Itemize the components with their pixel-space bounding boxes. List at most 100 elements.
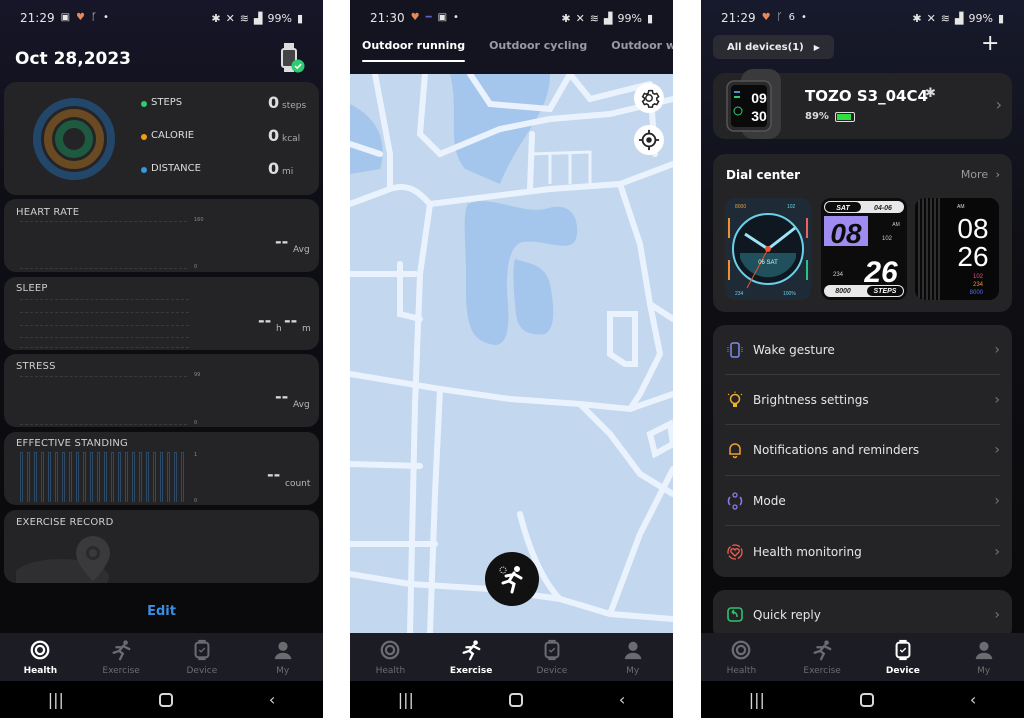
- nav-exercise[interactable]: Exercise: [81, 633, 162, 681]
- dash-icon: ━: [425, 12, 432, 23]
- edit-button[interactable]: Edit: [0, 604, 323, 619]
- nav-device[interactable]: Device: [863, 633, 944, 681]
- system-nav: ||| ‹: [701, 681, 1024, 718]
- nav-label: Health: [375, 665, 406, 676]
- nav-label: Device: [186, 665, 218, 676]
- nav-health[interactable]: Health: [0, 633, 81, 681]
- bottom-nav: Health Exercise Device My: [701, 633, 1024, 681]
- menu-item-brightness-settings[interactable]: Brightness settings ›: [725, 375, 1000, 426]
- bluetooth-icon: ✱: [561, 11, 571, 25]
- map-view[interactable]: [350, 74, 673, 633]
- stress-ymin: 0: [194, 420, 198, 426]
- chevron-right-icon: ›: [994, 391, 1000, 408]
- device-card[interactable]: 09 30 TOZO S3_04C4 ✱ 89% ›: [713, 69, 1012, 139]
- dial2-steps: 8000: [835, 288, 851, 295]
- menu-item-label: Notifications and reminders: [753, 443, 920, 458]
- standing-bar: [132, 452, 135, 502]
- dial3-cal: 234: [973, 282, 984, 288]
- digital-dial-face: SAT 04-06 08 AM 102 26 234 8000 STEPS: [821, 198, 907, 300]
- standing-unit: count: [285, 479, 311, 489]
- dial-analog[interactable]: 06 SAT 8000 102 234 100%: [725, 198, 811, 300]
- dial2-ampm: AM: [892, 222, 900, 228]
- battery-percent: 99%: [267, 11, 292, 25]
- menu-item-wake-gesture[interactable]: Wake gesture ›: [725, 325, 1000, 375]
- heart-app-icon: ♥: [76, 12, 86, 23]
- menu-item-label: Wake gesture: [753, 342, 835, 357]
- home-button[interactable]: [860, 692, 875, 707]
- metric-value: 0: [268, 126, 280, 145]
- dial2-steps-label: STEPS: [874, 288, 897, 295]
- battery-percent: 99%: [968, 11, 993, 25]
- nav-exercise[interactable]: Exercise: [782, 633, 863, 681]
- home-button[interactable]: [159, 692, 174, 707]
- standing-bar: [181, 452, 184, 502]
- signal-icon: ▟: [254, 11, 263, 25]
- back-button[interactable]: ‹: [269, 690, 275, 709]
- more-dials-link[interactable]: More ›: [961, 168, 1000, 181]
- nav-label: My: [977, 665, 991, 676]
- nav-health[interactable]: Health: [350, 633, 431, 681]
- stress-card[interactable]: STRESS 99 0 -- Avg: [4, 354, 319, 427]
- status-time: 21:30: [370, 11, 405, 25]
- start-run-button[interactable]: [485, 552, 539, 606]
- bluetooth-icon: ✱: [211, 11, 221, 25]
- sleep-hours-unit: h: [276, 324, 282, 334]
- device-icon: [541, 639, 563, 666]
- standing-bar: [34, 452, 37, 502]
- standing-bar: [41, 452, 44, 502]
- recents-button[interactable]: |||: [48, 690, 64, 709]
- chevron-right-icon: ›: [994, 341, 1000, 358]
- nav-exercise[interactable]: Exercise: [431, 633, 512, 681]
- nav-device[interactable]: Device: [162, 633, 243, 681]
- nav-device[interactable]: Device: [512, 633, 593, 681]
- signal-icon: ▟: [604, 11, 613, 25]
- tab-outdoor-walking[interactable]: Outdoor walking: [611, 36, 673, 74]
- tab-outdoor-running[interactable]: Outdoor running: [362, 36, 466, 74]
- menu-item-notifications-and-reminders[interactable]: Notifications and reminders ›: [725, 426, 1000, 476]
- metric-calorie: CALORIE 0 kcal: [141, 126, 303, 149]
- settings-menu: Wake gesture › Brightness settings › Notific…: [713, 325, 1012, 577]
- dot-icon: •: [453, 12, 459, 23]
- nav-health[interactable]: Health: [701, 633, 782, 681]
- standing-bar: [27, 452, 30, 502]
- heart-rate-card[interactable]: HEART RATE 160 0 -- Avg: [4, 199, 319, 272]
- add-device-button[interactable]: +: [981, 33, 999, 55]
- menu-item-health-monitoring[interactable]: Health monitoring ›: [725, 527, 1000, 577]
- bottom-nav: Health Exercise Device My: [0, 633, 323, 681]
- all-devices-button[interactable]: All devices(1) ▶: [713, 35, 834, 59]
- nav-my[interactable]: My: [943, 633, 1024, 681]
- recents-button[interactable]: |||: [398, 690, 414, 709]
- device-battery-icon: [835, 112, 855, 122]
- exercise-record-card[interactable]: EXERCISE RECORD: [4, 510, 319, 583]
- standing-bar: [69, 452, 72, 502]
- stress-ymax: 99: [194, 372, 201, 378]
- standing-bar: [76, 452, 79, 502]
- my-icon: [622, 639, 644, 666]
- menu-item-mode[interactable]: Mode ›: [725, 476, 1000, 527]
- recents-button[interactable]: |||: [749, 690, 765, 709]
- activity-card[interactable]: STEPS 0 steps CALORIE 0 kcal DISTANCE 0 mi: [4, 82, 319, 195]
- home-button[interactable]: [509, 692, 524, 707]
- heart-rate-value: --: [275, 232, 289, 251]
- back-button[interactable]: ‹: [619, 690, 625, 709]
- standing-bar: [118, 452, 121, 502]
- standing-bars: [20, 452, 188, 502]
- dial3-hr: 102: [973, 274, 984, 280]
- standing-card[interactable]: EFFECTIVE STANDING 1 0 -- count: [4, 432, 319, 505]
- chevron-right-icon: ›: [994, 607, 1000, 623]
- device-name: TOZO S3_04C4: [805, 87, 928, 105]
- map-settings-button[interactable]: [634, 83, 664, 113]
- system-nav: ||| ‹: [0, 681, 323, 718]
- dial-digital-mono[interactable]: AM 08 26 102 234 8000: [915, 198, 999, 300]
- mute-icon: ✕: [225, 11, 235, 25]
- back-button[interactable]: ‹: [970, 690, 976, 709]
- bluetooth-icon: ✱: [912, 11, 922, 25]
- nav-my[interactable]: My: [592, 633, 673, 681]
- nav-my[interactable]: My: [242, 633, 323, 681]
- dial-digital-purple[interactable]: SAT 04-06 08 AM 102 26 234 8000 STEPS: [821, 198, 907, 300]
- locate-button[interactable]: [634, 125, 664, 155]
- exercise-record-title: EXERCISE RECORD: [16, 517, 114, 528]
- tab-outdoor-cycling[interactable]: Outdoor cycling: [489, 36, 587, 74]
- sleep-card[interactable]: SLEEP -- h -- m: [4, 277, 319, 350]
- watch-connected-icon[interactable]: [279, 42, 305, 74]
